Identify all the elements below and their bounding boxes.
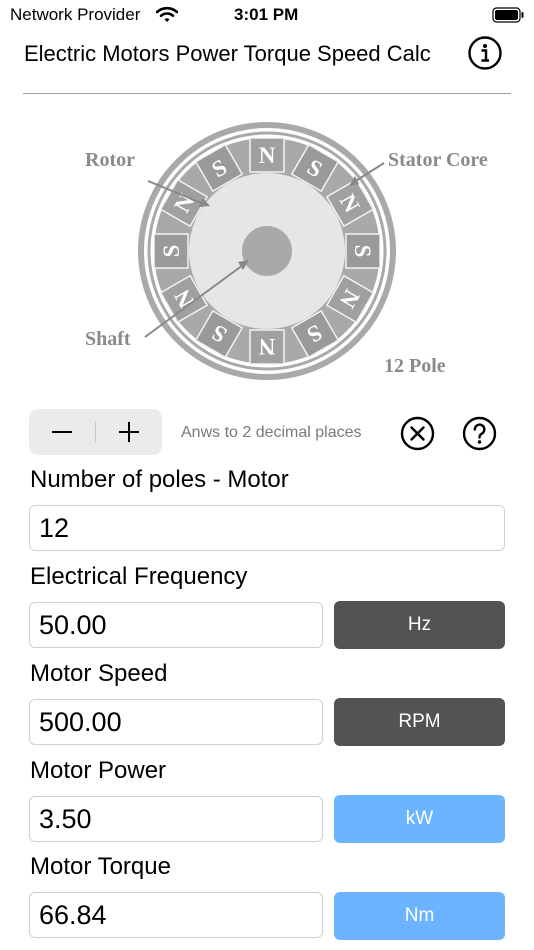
- torque-input[interactable]: [29, 892, 323, 938]
- power-label: Motor Power: [30, 757, 167, 784]
- torque-unit-button[interactable]: Nm: [334, 892, 505, 940]
- poles-label: Number of poles - Motor: [30, 466, 289, 493]
- pole-count-label: 12 Pole: [384, 355, 446, 377]
- stator-core-label: Stator Core: [388, 149, 488, 171]
- carrier-name: Network Provider: [10, 5, 141, 24]
- plus-icon: [119, 422, 139, 442]
- speed-unit-button[interactable]: RPM: [334, 698, 505, 746]
- torque-label: Motor Torque: [30, 853, 171, 880]
- help-icon[interactable]: [462, 416, 497, 451]
- shaft-label: Shaft: [85, 328, 131, 350]
- pole-letter: N: [258, 334, 275, 359]
- wifi-icon: [156, 6, 178, 22]
- magnet-pole-4: S: [345, 233, 381, 269]
- page-title: Electric Motors Power Torque Speed Calc: [24, 41, 431, 66]
- frequency-label: Electrical Frequency: [30, 563, 248, 590]
- power-unit-button[interactable]: kW: [334, 795, 505, 843]
- frequency-input[interactable]: [29, 602, 323, 648]
- minus-icon: [52, 431, 72, 433]
- decrement-button[interactable]: [29, 409, 95, 455]
- magnet-pole-7: N: [249, 329, 285, 365]
- pole-letter: S: [350, 245, 375, 258]
- magnet-pole-1: N: [249, 137, 285, 173]
- clear-icon[interactable]: [400, 416, 435, 451]
- shaft: [242, 226, 292, 276]
- pole-letter: N: [259, 143, 276, 168]
- increment-button[interactable]: [96, 409, 162, 455]
- info-icon[interactable]: [468, 36, 502, 70]
- decimal-stepper[interactable]: [29, 409, 162, 455]
- pole-letter: S: [159, 245, 184, 258]
- motor-diagram: N SNSNSNSNSNS Rotor Stator Core Shaft 12 …: [85, 122, 488, 380]
- poles-input[interactable]: [29, 505, 505, 551]
- frequency-unit-button[interactable]: Hz: [334, 601, 505, 649]
- decimal-places-note: Anws to 2 decimal places: [181, 424, 362, 441]
- magnet-pole-10: S: [153, 233, 189, 269]
- speed-label: Motor Speed: [30, 660, 168, 687]
- power-input[interactable]: [29, 796, 323, 842]
- speed-input[interactable]: [29, 699, 323, 745]
- header-divider: [23, 93, 511, 94]
- rotor-label: Rotor: [85, 149, 135, 171]
- status-bar: Network Provider 3:01 PM: [0, 0, 534, 30]
- battery-icon: [492, 7, 524, 23]
- clock-time: 3:01 PM: [234, 5, 299, 24]
